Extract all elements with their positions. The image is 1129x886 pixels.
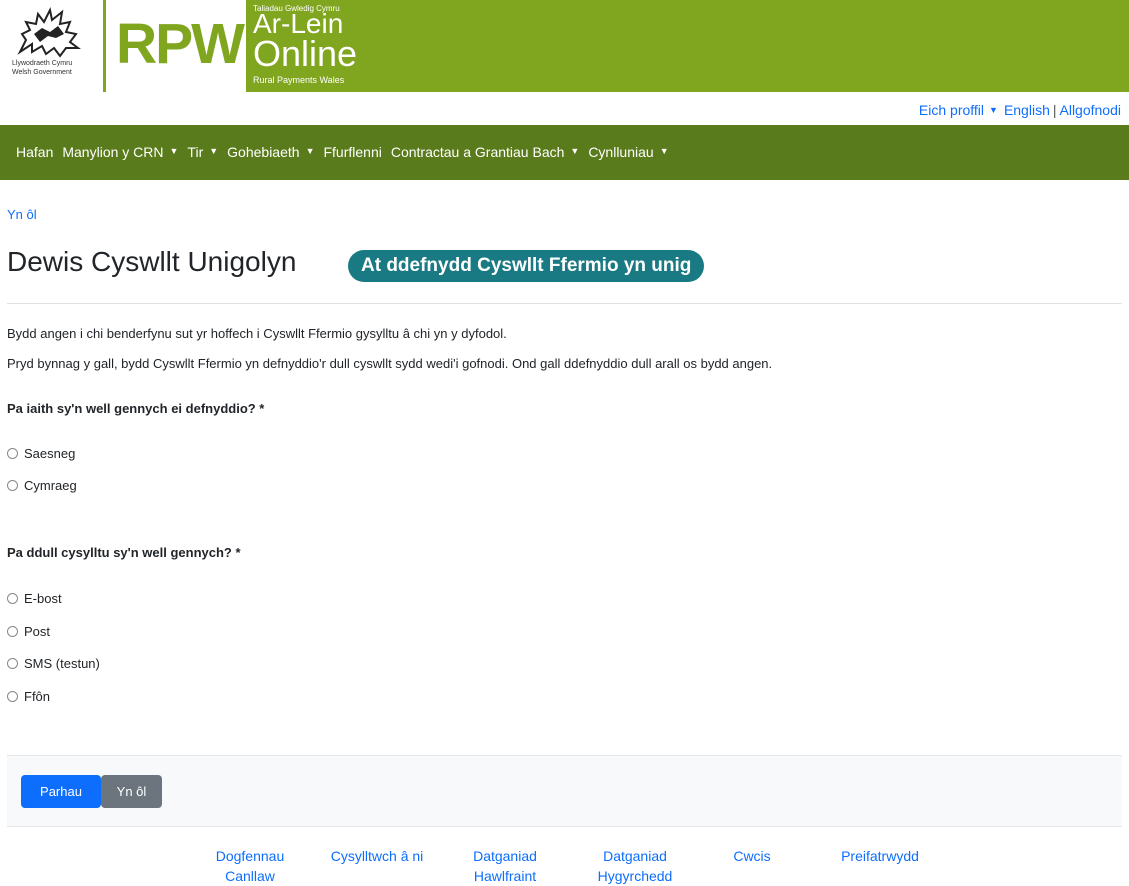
intro-text-1: Bydd angen i chi benderfynu sut yr hoffe… <box>7 326 507 341</box>
nav-label: Hafan <box>16 144 54 160</box>
nav-label: Cynlluniau <box>588 144 654 160</box>
link-separator: | <box>1052 102 1057 118</box>
footer-link-text: Hygyrchedd <box>597 868 673 884</box>
footer-link-guidance[interactable]: Dogfennau Canllaw <box>205 846 295 886</box>
language-question-label: Pa iaith sy'n well gennych ei defnyddio?… <box>7 401 265 416</box>
contact-question-label: Pa ddull cysylltu sy'n well gennych? * <box>7 545 241 560</box>
radio-option-post[interactable]: Post <box>7 624 50 639</box>
footer-link-cookies[interactable]: Cwcis <box>722 846 782 866</box>
nav-label: Ffurflenni <box>323 144 382 160</box>
caret-down-icon: ▼ <box>570 146 580 156</box>
divider <box>7 303 1122 304</box>
page-title: Dewis Cyswllt Unigolyn <box>7 246 297 277</box>
footer-link-text: Cwcis <box>733 848 771 864</box>
radio-button[interactable] <box>7 448 18 459</box>
nav-item-ffurflenni[interactable]: Ffurflenni <box>323 144 381 160</box>
footer-link-text: Canllaw <box>225 868 275 884</box>
back-button[interactable]: Yn ôl <box>101 775 162 808</box>
rpw-logo[interactable]: RPW <box>106 0 246 92</box>
footer-link-text: Datganiad <box>473 848 537 864</box>
nav-item-contractau[interactable]: Contractau a Grantiau Bach ▼ <box>391 144 579 160</box>
tagline-english: Rural Payments Wales <box>253 75 345 85</box>
radio-option-sms[interactable]: SMS (testun) <box>7 656 100 671</box>
radio-option-saesneg[interactable]: Saesneg <box>7 446 75 461</box>
radio-label: Ffôn <box>24 689 51 704</box>
nav-item-hafan[interactable]: Hafan <box>16 144 53 160</box>
footer-link-copyright[interactable]: Datganiad Hawlfraint <box>460 846 550 886</box>
footer-link-privacy[interactable]: Preifatrwydd <box>830 846 930 866</box>
radio-label: E-bost <box>24 591 62 606</box>
caret-down-icon: ▼ <box>659 146 669 156</box>
nav-item-tir[interactable]: Tir ▼ <box>187 144 218 160</box>
nav-label: Tir <box>187 144 204 160</box>
dragon-icon <box>17 6 81 58</box>
gov-name-english: Welsh Government <box>12 69 72 76</box>
radio-button[interactable] <box>7 691 18 702</box>
nav-item-crn[interactable]: Manylion y CRN ▼ <box>62 144 178 160</box>
caret-down-icon: ▼ <box>989 105 998 115</box>
footer-link-text: Hawlfraint <box>473 868 537 884</box>
radio-button[interactable] <box>7 626 18 637</box>
account-links: Eich proffil ▼ English | Allgofnodi <box>919 102 1121 118</box>
language-link[interactable]: English <box>1004 102 1050 118</box>
radio-label: Post <box>24 624 51 639</box>
header-banner: Llywodraeth Cymru Welsh Government RPW T… <box>0 0 1129 92</box>
footer-link-text: Cysylltwch â ni <box>330 848 424 864</box>
profile-menu[interactable]: Eich proffil ▼ <box>919 102 1004 118</box>
form-actions: Parhau Yn ôl <box>7 755 1122 827</box>
radio-label: Saesneg <box>24 446 76 461</box>
nav-item-cynlluniau[interactable]: Cynlluniau ▼ <box>588 144 668 160</box>
profile-label: Eich proffil <box>918 102 985 118</box>
footer-link-text: Dogfennau <box>215 848 285 864</box>
back-link[interactable]: Yn ôl <box>7 207 37 222</box>
radio-option-ffon[interactable]: Ffôn <box>7 689 50 704</box>
gov-name-welsh: Llywodraeth Cymru <box>12 60 73 67</box>
footer-link-contact[interactable]: Cysylltwch â ni <box>322 846 432 866</box>
main-nav: Hafan Manylion y CRN ▼ Tir ▼ Gohebiaeth ▼ F… <box>0 125 1129 180</box>
radio-button[interactable] <box>7 480 18 491</box>
continue-button[interactable]: Parhau <box>21 775 101 808</box>
radio-button[interactable] <box>7 593 18 604</box>
government-name: Llywodraeth Cymru Welsh Government <box>12 59 72 77</box>
online-title-english: Online <box>253 33 358 74</box>
nav-item-gohebiaeth[interactable]: Gohebiaeth ▼ <box>227 144 314 160</box>
radio-label: Cymraeg <box>24 478 77 493</box>
welsh-government-logo[interactable]: Llywodraeth Cymru Welsh Government <box>0 0 103 92</box>
radio-option-ebost[interactable]: E-bost <box>7 591 62 606</box>
caret-down-icon: ▼ <box>209 146 219 156</box>
caret-down-icon: ▼ <box>169 146 179 156</box>
radio-button[interactable] <box>7 658 18 669</box>
footer-link-accessibility[interactable]: Datganiad Hygyrchedd <box>585 846 685 886</box>
radio-option-cymraeg[interactable]: Cymraeg <box>7 478 77 493</box>
footer-link-text: Preifatrwydd <box>841 848 919 864</box>
nav-label: Manylion y CRN <box>62 144 164 160</box>
logout-link[interactable]: Allgofnodi <box>1060 102 1122 118</box>
nav-label: Contractau a Grantiau Bach <box>390 144 565 160</box>
intro-text-2: Pryd bynnag y gall, bydd Cyswllt Ffermio… <box>7 356 773 371</box>
radio-label: SMS (testun) <box>24 656 100 671</box>
caret-down-icon: ▼ <box>305 146 315 156</box>
rpw-logo-text: RPW <box>116 12 245 76</box>
audience-badge: At ddefnydd Cyswllt Ffermio yn unig <box>348 250 705 282</box>
nav-label: Gohebiaeth <box>227 144 300 160</box>
footer-link-text: Datganiad <box>603 848 667 864</box>
